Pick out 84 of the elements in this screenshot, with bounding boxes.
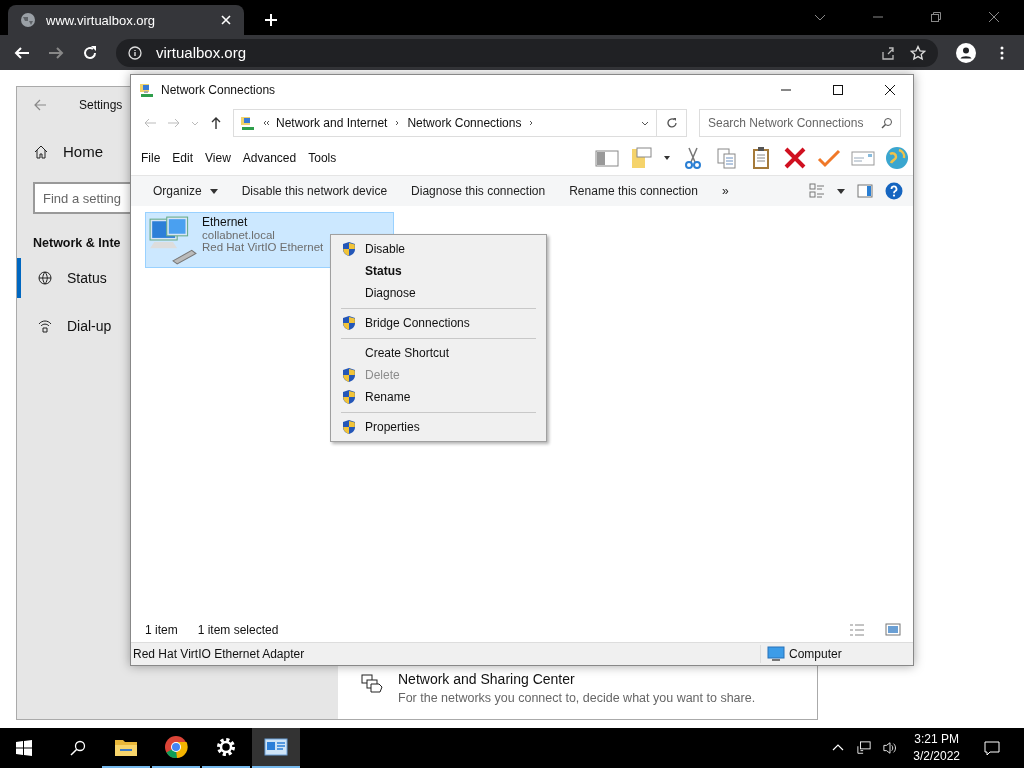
browser-tab[interactable]: www.virtualbox.org [8,5,244,35]
info-icon [128,45,142,60]
clock[interactable]: 3:21 PM 3/2/2022 [913,731,960,765]
address-bar[interactable]: virtualbox.org [116,38,938,67]
new-tab-icon[interactable] [264,13,278,27]
start-icon[interactable] [16,740,32,756]
menu-item[interactable]: Tools [308,151,345,165]
network-icon [139,82,155,98]
chevron-icon[interactable] [262,119,270,127]
connection-name: Ethernet [202,215,249,229]
browser-icon [164,735,188,759]
selection-count: 1 item selected [197,623,279,637]
menu-item[interactable]: Advanced [242,151,305,165]
address-bar[interactable]: Network and Internet Network Connections [233,109,657,137]
caret-icon[interactable] [837,187,845,195]
item-count: 1 item [145,623,178,637]
home-icon [33,143,49,160]
caret-icon [209,187,218,195]
volume-icon[interactable] [883,741,898,755]
menu-item[interactable]: Create Shortcut [341,338,536,364]
search-icon[interactable] [70,740,86,756]
globe-icon[interactable] [885,146,909,170]
more-button[interactable]: » [715,184,735,198]
command-button[interactable]: Organize [147,184,224,198]
delete-icon[interactable] [783,146,807,170]
menu-item[interactable]: Rename [333,386,544,408]
profile-icon[interactable] [956,42,976,63]
star-icon[interactable] [910,44,926,61]
home-link[interactable]: Home [33,143,103,160]
refresh-button[interactable] [657,109,687,137]
shield-icon [341,315,357,331]
shield-icon [341,241,357,257]
reload-icon[interactable] [82,44,98,61]
close-icon[interactable] [884,84,896,96]
menu-item[interactable]: Properties [341,412,536,438]
network-adapter-icon [148,215,198,265]
search-field[interactable]: Find a setting [33,182,130,214]
shield-icon [341,367,357,383]
computer-icon [767,645,785,663]
zone-label: Computer [789,647,842,661]
connection-adapter: Red Hat VirtIO Ethernet [202,241,324,253]
window-title: Settings [79,98,123,112]
command-button[interactable]: Disable this network device [235,184,394,198]
share-icon[interactable] [880,44,896,61]
connection-domain: collabnet.local [202,229,276,241]
section-heading: Network & Inte [33,236,121,250]
network-window-icon [264,735,288,759]
network-icon[interactable] [857,741,872,755]
adapter-name: Red Hat VirtIO Ethernet Adapter [133,647,305,661]
maximize-icon[interactable] [832,84,844,96]
taskbar-app[interactable] [252,728,300,768]
command-button[interactable]: Diagnose this connection [405,184,552,198]
restore-icon[interactable] [930,11,942,23]
menu-item[interactable]: File [141,151,169,165]
shield-icon [341,419,357,435]
link-title[interactable]: Network and Sharing Center [398,671,756,687]
forward-icon[interactable] [48,44,64,61]
back-icon[interactable] [14,44,30,61]
menu-item[interactable]: Edit [172,151,202,165]
menu-item[interactable]: Diagnose [333,282,544,304]
network-folder-icon [360,671,384,695]
shield-icon [341,389,357,405]
breadcrumb-item[interactable]: Network and Internet [276,116,388,130]
tab-title: www.virtualbox.org [46,12,157,28]
menu-item[interactable]: Bridge Connections [341,308,536,334]
up-icon[interactable] [209,116,223,130]
close-icon[interactable] [988,11,1000,23]
preview-pane-icon[interactable] [857,183,873,199]
signal-icon [37,318,53,334]
view-options-icon[interactable] [809,183,825,199]
refresh-icon [664,116,679,130]
large-icons-view-icon[interactable] [885,622,901,638]
notification-icon[interactable] [984,740,1000,756]
window-title: Network Connections [161,83,276,97]
globe-icon [37,270,53,286]
menu-item[interactable]: View [205,151,239,165]
caret-icon[interactable] [663,154,671,162]
gear-icon [214,735,238,759]
help-icon[interactable] [885,182,903,200]
link-description: For the networks you connect to, decide what you want to share. [398,691,756,705]
globe-icon [20,12,36,28]
command-button[interactable]: Rename this connection [563,184,704,198]
network-icon [240,115,256,131]
breadcrumb-item[interactable]: Network Connections [407,116,522,130]
